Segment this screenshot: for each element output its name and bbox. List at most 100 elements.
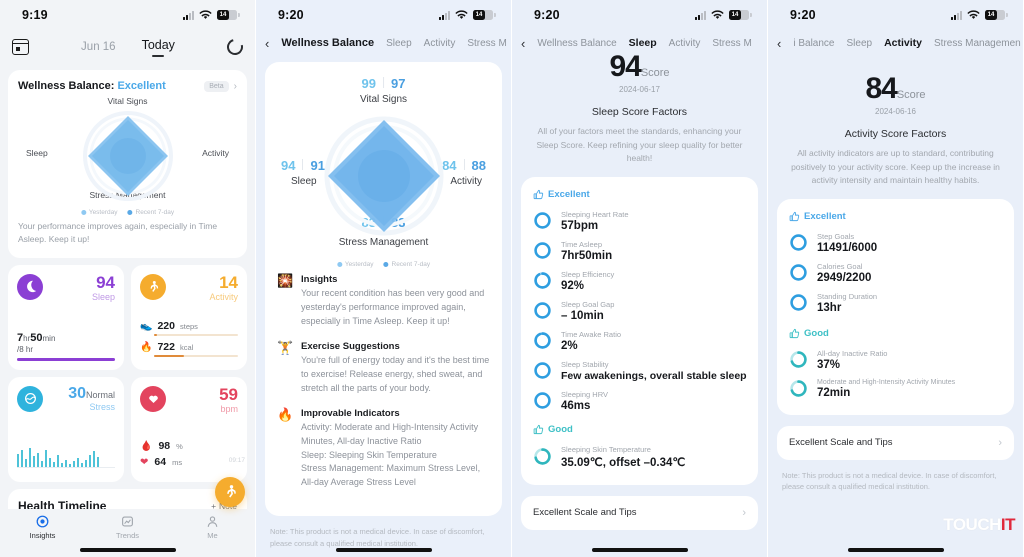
activity-score-header: 84Score 2024-06-16 Activity Score Factor… [768,70,1023,188]
tab-sleep[interactable]: Sleep [846,38,872,49]
factor-value: 46ms [561,399,591,412]
radar-vital-values: 99 97 [362,76,406,91]
battery-icon: 14 [473,10,496,20]
tab-sleep[interactable]: Sleep [386,38,412,49]
hrv-unit: ms [172,457,183,467]
heart-rate-value: 59 [219,384,238,404]
kcal-line: 🔥 722 kcal [140,341,238,353]
sidebar-item-trends[interactable]: Trends [85,515,170,540]
runner-icon [140,273,166,300]
grade-excellent: Excellent [533,189,746,200]
tab-wellness-balance[interactable]: i Balance [793,38,834,49]
kcal-progress-track [154,354,238,357]
tab-me-label: Me [207,531,218,540]
wellness-title: Wellness Balance: Excellent [18,80,166,92]
grade-label: Good [804,327,829,339]
date-prev[interactable]: Jun 16 [81,41,116,53]
factor-text: Sleep Efficiency 92% [561,270,614,292]
grade-label: Excellent [548,188,590,200]
calendar-icon[interactable] [12,39,29,55]
status-time: 9:20 [534,8,560,22]
chart-icon [122,516,133,527]
home-indicator [591,548,688,552]
radar-legend: Yesterday Recent 7-day [80,209,174,216]
sleep-score-number: 94 [609,50,641,83]
back-icon[interactable]: ‹ [777,37,781,50]
progress-ring-icon [534,332,551,349]
activity-stat-card[interactable]: 14 Activity 👟 220 steps 🔥 722 kcal [131,264,247,370]
screenshot-strip: 9:19 14 Jun 16 Today Wellness Balance: E… [0,0,1024,557]
sidebar-item-me[interactable]: Me [170,515,255,540]
sleep-stat-card[interactable]: 94 Sleep 7hr50min /8 hr [8,264,124,370]
date-today[interactable]: Today [142,38,175,56]
battery-icon: 14 [217,10,240,20]
factor-row: Standing Duration 13hr [789,288,1002,318]
stress-score-value: 30 [68,384,86,402]
home-indicator [335,548,432,552]
radar-vital-label: Vital Signs [359,94,408,105]
factor-text: Step Goals 11491/6000 [817,232,877,254]
scale-and-tips-button[interactable]: Excellent Scale and Tips › [521,495,758,530]
stress-stat-card[interactable]: 30Normal Stress [8,376,124,482]
activity-card-top: 14 Activity [140,273,238,303]
sidebar-item-insights[interactable]: Insights [0,515,85,540]
tab-stress[interactable]: Stress M [467,38,506,49]
factor-row: Sleep Goal Gap – 10min [533,296,746,326]
back-icon[interactable]: ‹ [265,37,269,50]
progress-ring-icon [534,242,551,259]
steps-progress-track [154,334,238,336]
heart-icon [140,385,166,412]
factor-caption: Calories Goal [817,261,863,271]
wellness-rating: Excellent [117,80,166,92]
chevron-right-icon[interactable]: › [234,81,237,92]
tab-activity[interactable]: Activity [424,38,456,49]
stress-score: 30Normal Stress [68,384,115,413]
stat-grid: 94 Sleep 7hr50min /8 hr 14 Activity 👟 22… [8,264,247,482]
factor-value: 7hr50min [561,249,613,262]
status-bar: 9:19 14 [0,0,255,30]
tab-wellness-balance[interactable]: Wellness Balance [537,38,616,49]
radar-svg-large [324,116,443,236]
progress-ring-icon [790,234,807,251]
watermark-part2: IT [1000,515,1016,534]
tab-wellness-balance[interactable]: Wellness Balance [281,37,374,49]
radar-sleep-values: 94 91 [281,158,325,173]
refresh-icon[interactable] [224,36,246,58]
factor-caption: Step Goals [817,231,855,241]
progress-ring-icon [790,351,807,368]
sleep-score-big: 94Score [512,50,767,84]
chevron-right-icon: › [742,506,746,519]
battery-level: 14 [987,12,995,18]
panel-wellness-balance-detail: 9:20 14 ‹ Wellness Balance Sleep Activit… [256,0,512,557]
status-bar: 9:20 14 [768,0,1023,30]
factor-caption: Sleeping Heart Rate [561,209,629,219]
progress-ring-icon [534,448,551,465]
tab-sleep[interactable]: Sleep [629,37,657,49]
wellness-header-right: Beta › [204,80,237,92]
activity-factors-title: Activity Score Factors [844,128,947,140]
battery-level: 14 [731,12,739,18]
home-indicator [79,548,176,552]
scale-and-tips-button[interactable]: Excellent Scale and Tips › [777,425,1014,460]
insight-title: Exercise Suggestions [301,340,400,352]
back-icon[interactable]: ‹ [521,37,525,50]
sleep-score-date: 2024-06-17 [619,85,660,94]
grade-good: Good [533,424,746,435]
tab-activity[interactable]: Activity [884,37,922,49]
factor-text: Calories Goal 2949/2200 [817,262,871,284]
sparkle-icon: 🎇 [277,273,294,288]
factor-text: Sleeping HRV 46ms [561,390,608,412]
tab-stress[interactable]: Stress Managemen [934,38,1021,49]
radar-activity-label: Activity [450,176,482,187]
tab-activity[interactable]: Activity [669,38,701,49]
tab-stress[interactable]: Stress M [712,38,751,49]
detail-nav: ‹ i Balance Sleep Activity Stress Manage… [768,30,1023,56]
heart-rate-stat-card[interactable]: 59 bpm 09:17 🩸 98 % ❤ 64 ms [131,376,247,482]
sleep-factors-card: Excellent Sleeping Heart Rate 57bpm Time … [521,176,758,485]
factor-row: Sleep Efficiency 92% [533,266,746,296]
workout-fab-button[interactable] [215,477,245,507]
wellness-balance-card[interactable]: Wellness Balance: Excellent Beta › Vital… [8,70,247,258]
legend-recent7: Recent 7-day [127,209,174,216]
legend-yesterday: Yesterday [336,261,374,268]
activity-factors-card: Excellent Step Goals 11491/6000 Calories … [777,198,1014,415]
